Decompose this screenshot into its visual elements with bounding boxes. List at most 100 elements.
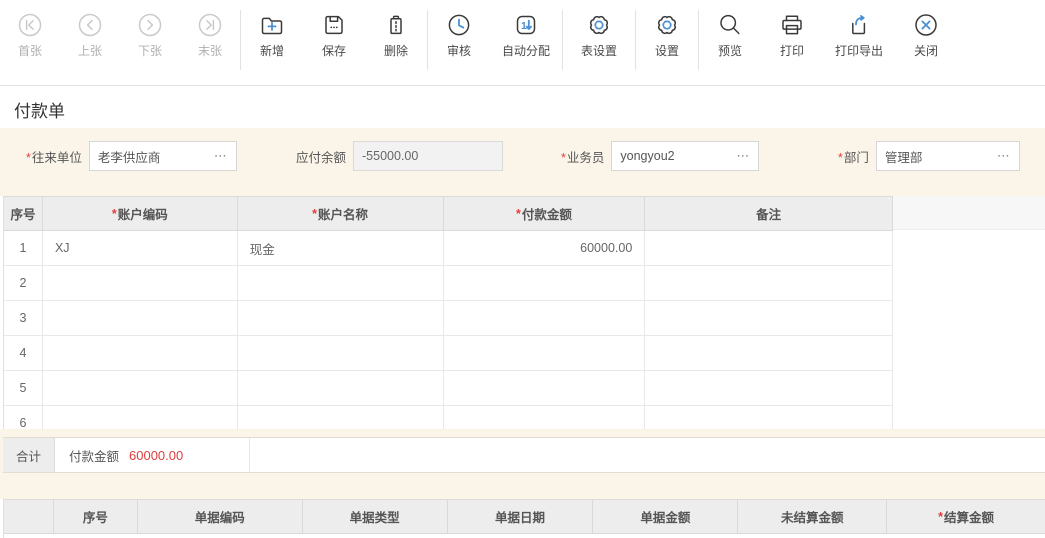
auto-allocate-button[interactable]: 1 自动分配 xyxy=(490,0,562,58)
close-button[interactable]: 关闭 xyxy=(895,0,957,58)
toolbar: 首张 上张 下张 末张 新增 保存 删除 审核 1 自动分配 表设置 设置 预览… xyxy=(0,0,1045,86)
account-code-cell[interactable] xyxy=(42,266,238,301)
field-salesperson: *业务员 yongyou2 ⋯ xyxy=(561,141,760,171)
department-input[interactable]: 管理部 ⋯ xyxy=(875,141,1020,171)
add-button[interactable]: 新增 xyxy=(241,0,303,58)
memo-cell[interactable] xyxy=(645,266,893,301)
next-record-button[interactable]: 下张 xyxy=(120,0,180,58)
salesperson-value: yongyou2 xyxy=(620,149,675,163)
payment-amount-cell[interactable] xyxy=(443,301,646,336)
gear-icon xyxy=(590,16,608,34)
prev-record-button[interactable]: 上张 xyxy=(60,0,120,58)
toolbar-button-label: 预览 xyxy=(717,44,742,58)
vendor-label: *往来单位 xyxy=(26,150,82,165)
payment-amount-cell[interactable]: 60000.00 xyxy=(443,231,646,266)
audit-button[interactable]: 审核 xyxy=(428,0,490,58)
memo-cell[interactable] xyxy=(645,301,893,336)
memo-cell[interactable] xyxy=(645,231,893,266)
table-row: 4 xyxy=(4,336,893,371)
settings-button[interactable]: 设置 xyxy=(636,0,698,58)
account-name-cell[interactable] xyxy=(237,336,444,371)
account-name-cell[interactable] xyxy=(237,301,444,336)
magnifier-icon xyxy=(720,14,740,35)
required-marker: * xyxy=(26,150,31,165)
account-name-cell[interactable] xyxy=(237,371,444,406)
table-row: 3 xyxy=(4,301,893,336)
account-code-cell[interactable] xyxy=(42,371,238,406)
memo-cell[interactable] xyxy=(645,406,893,429)
account-name-cell[interactable]: 现金 xyxy=(237,231,444,266)
department-value: 管理部 xyxy=(884,150,923,165)
payment-amount-cell[interactable] xyxy=(443,266,646,301)
save-button[interactable]: 保存 xyxy=(303,0,365,58)
department-lookup-button[interactable]: ⋯ xyxy=(997,149,1011,162)
last-record-button[interactable]: 末张 xyxy=(180,0,240,58)
total-band: 合计 付款金额 60000.00 xyxy=(0,429,1045,499)
table-settings-button[interactable]: 表设置 xyxy=(563,0,635,58)
close-circle-icon xyxy=(915,14,937,36)
required-marker: * xyxy=(561,150,566,165)
row-seq: 4 xyxy=(4,336,43,371)
toolbar-button-label: 设置 xyxy=(654,44,679,58)
required-marker: * xyxy=(938,509,943,524)
account-code-cell[interactable] xyxy=(43,406,238,429)
row-seq: 6 xyxy=(4,406,43,429)
print-export-button[interactable]: 打印导出 xyxy=(823,0,895,58)
print-button[interactable]: 打印 xyxy=(761,0,823,58)
table-row: 5 xyxy=(4,371,893,406)
field-vendor: *往来单位 老李供应商 ⋯ xyxy=(26,141,237,171)
table-row: 2 xyxy=(4,266,893,301)
field-payable-balance: 应付余额 -55000.00 xyxy=(296,141,504,171)
clock-icon xyxy=(448,14,470,36)
preview-button[interactable]: 预览 xyxy=(699,0,761,58)
delete-button[interactable]: 删除 xyxy=(365,0,427,58)
salesperson-lookup-button[interactable]: ⋯ xyxy=(736,149,750,162)
toolbar-button-label: 打印 xyxy=(779,44,804,58)
toolbar-button-label: 自动分配 xyxy=(501,44,550,58)
first-record-button[interactable]: 首张 xyxy=(0,0,60,58)
row-seq: 3 xyxy=(4,301,43,336)
vendor-input[interactable]: 老李供应商 ⋯ xyxy=(88,141,237,171)
required-marker: * xyxy=(838,150,843,165)
last-page-icon xyxy=(198,13,222,37)
toolbar-button-label: 保存 xyxy=(321,44,346,58)
account-name-cell[interactable] xyxy=(238,406,444,429)
toolbar-button-label: 关闭 xyxy=(913,44,938,58)
table-row: 6 xyxy=(4,406,893,429)
total-payment-amount: 付款金额 60000.00 xyxy=(55,438,250,472)
col-header-settle-amount: * 结算金额 xyxy=(887,500,1045,534)
new-folder-plus-icon xyxy=(261,17,283,35)
payment-amount-cell[interactable] xyxy=(444,406,646,429)
chevron-left-icon xyxy=(78,13,102,37)
col-header-doc-type: 单据类型 xyxy=(302,500,448,534)
first-page-icon xyxy=(18,13,42,37)
col-header-unsettled-amount: 未结算金额 xyxy=(738,500,888,534)
toolbar-button-label: 打印导出 xyxy=(834,44,883,58)
toolbar-button-label: 下张 xyxy=(137,44,162,58)
detail-table: 序号 * 账户编码 * 账户名称 * 付款金额 备注 1 XJ 现金 60000.00… xyxy=(3,196,893,429)
total-amount-value: 60000.00 xyxy=(129,447,184,463)
account-code-cell[interactable] xyxy=(42,301,238,336)
vendor-lookup-button[interactable]: ⋯ xyxy=(214,149,228,162)
memo-cell[interactable] xyxy=(645,336,893,371)
salesperson-input[interactable]: yongyou2 ⋯ xyxy=(611,141,760,171)
toolbar-button-label: 删除 xyxy=(383,44,408,58)
payable-balance-input: -55000.00 xyxy=(353,141,504,171)
settlement-table-header: 序号 单据编码 单据类型 单据日期 单据金额 未结算金额 * 结算金额 xyxy=(4,500,1045,534)
col-header-seq: 序号 xyxy=(4,197,43,231)
account-code-cell[interactable]: XJ xyxy=(42,231,238,266)
col-header-memo: 备注 xyxy=(645,197,893,231)
toolbar-button-label: 首张 xyxy=(17,44,42,58)
col-header-payment-amount: * 付款金额 xyxy=(443,197,646,231)
payment-amount-cell[interactable] xyxy=(443,371,646,406)
row-seq: 5 xyxy=(4,371,43,406)
payment-amount-cell[interactable] xyxy=(443,336,646,371)
salesperson-label: *业务员 xyxy=(561,150,605,165)
memo-cell[interactable] xyxy=(645,371,893,406)
payable-balance-value: -55000.00 xyxy=(362,149,419,163)
account-name-cell[interactable] xyxy=(237,266,444,301)
account-code-cell[interactable] xyxy=(42,336,238,371)
col-header-blank xyxy=(4,500,54,534)
col-header-doc-code: 单据编码 xyxy=(137,500,303,534)
department-label: *部门 xyxy=(838,150,869,165)
